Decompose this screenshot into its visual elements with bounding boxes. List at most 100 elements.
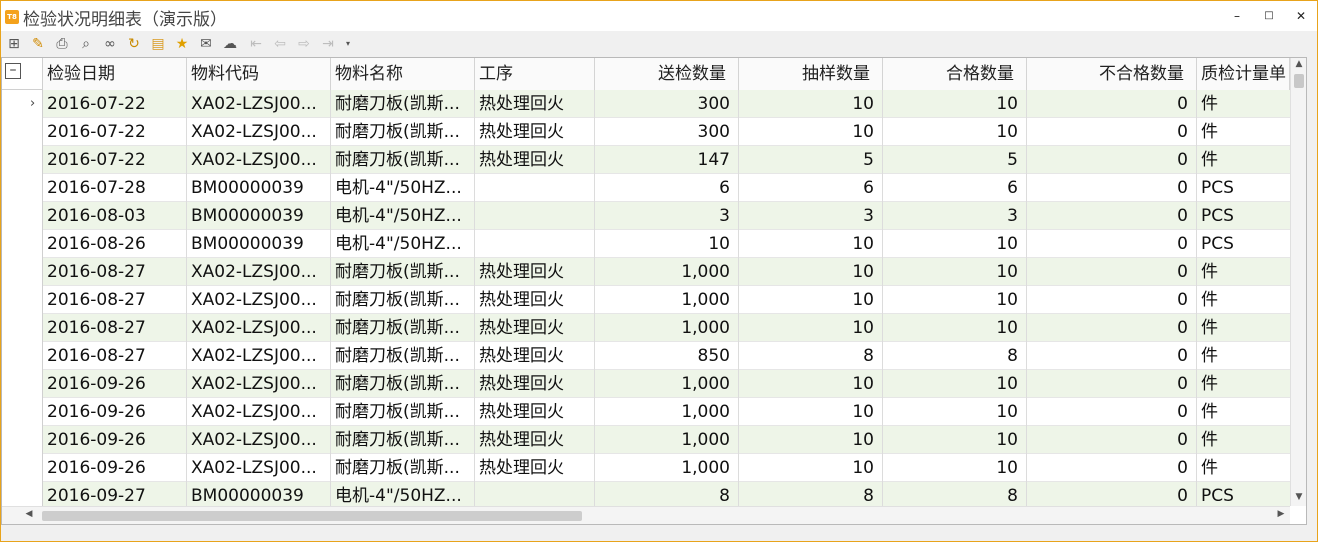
- cell-process[interactable]: 热处理回火: [475, 398, 595, 426]
- binoculars-icon[interactable]: ∞: [101, 35, 119, 53]
- cell-material-code[interactable]: XA02-LZSJ00...: [187, 118, 331, 146]
- cell-qualified-qty[interactable]: 10: [883, 90, 1027, 118]
- cell-sample-qty[interactable]: 10: [739, 230, 883, 258]
- cell-qualified-qty[interactable]: 10: [883, 454, 1027, 482]
- table-row[interactable]: 2016-08-27 XA02-LZSJ00... 耐磨刀板(凯斯... 热处理回火 1…: [2, 314, 1290, 342]
- cell-qualified-qty[interactable]: 3: [883, 202, 1027, 230]
- table-row[interactable]: 2016-08-03 BM00000039 电机-4"/50HZ... 3 3 3 0 PCS: [2, 202, 1290, 230]
- cell-qualified-qty[interactable]: 10: [883, 258, 1027, 286]
- cell-material-name[interactable]: 耐磨刀板(凯斯...: [331, 286, 475, 314]
- cell-unit[interactable]: 件: [1197, 314, 1290, 342]
- horizontal-scroll-thumb[interactable]: [42, 511, 582, 521]
- row-indicator[interactable]: [2, 230, 43, 258]
- cell-unit[interactable]: PCS: [1197, 202, 1290, 230]
- table-row[interactable]: 2016-09-26 XA02-LZSJ00... 耐磨刀板(凯斯... 热处理回火 1…: [2, 398, 1290, 426]
- table-row[interactable]: › 2016-07-22 XA02-LZSJ00... 耐磨刀板(凯斯... 热处理回火…: [2, 90, 1290, 118]
- cell-qualified-qty[interactable]: 8: [883, 342, 1027, 370]
- cell-process[interactable]: 热处理回火: [475, 118, 595, 146]
- cell-unit[interactable]: 件: [1197, 286, 1290, 314]
- cell-inspection-date[interactable]: 2016-08-27: [43, 258, 187, 286]
- cell-material-code[interactable]: XA02-LZSJ00...: [187, 398, 331, 426]
- cell-inspection-date[interactable]: 2016-08-27: [43, 314, 187, 342]
- cell-sample-qty[interactable]: 6: [739, 174, 883, 202]
- column-header-inspection-date[interactable]: 检验日期: [43, 58, 187, 90]
- cell-process[interactable]: [475, 202, 595, 230]
- cell-submitted-qty[interactable]: 1,000: [595, 426, 739, 454]
- cell-unqualified-qty[interactable]: 0: [1027, 426, 1197, 454]
- print-preview-icon[interactable]: ✎: [29, 35, 47, 53]
- collapse-all-button[interactable]: –: [5, 63, 21, 79]
- column-header-material-name[interactable]: 物料名称: [331, 58, 475, 90]
- cell-inspection-date[interactable]: 2016-08-03: [43, 202, 187, 230]
- cell-sample-qty[interactable]: 10: [739, 258, 883, 286]
- row-indicator[interactable]: [2, 174, 43, 202]
- cell-process[interactable]: 热处理回火: [475, 146, 595, 174]
- cell-unit[interactable]: 件: [1197, 426, 1290, 454]
- cell-submitted-qty[interactable]: 10: [595, 230, 739, 258]
- cell-material-code[interactable]: XA02-LZSJ00...: [187, 286, 331, 314]
- table-row[interactable]: 2016-09-26 XA02-LZSJ00... 耐磨刀板(凯斯... 热处理回火 1…: [2, 454, 1290, 482]
- cell-qualified-qty[interactable]: 10: [883, 370, 1027, 398]
- cell-process[interactable]: 热处理回火: [475, 454, 595, 482]
- cell-inspection-date[interactable]: 2016-07-22: [43, 90, 187, 118]
- cell-submitted-qty[interactable]: 3: [595, 202, 739, 230]
- cell-qualified-qty[interactable]: 5: [883, 146, 1027, 174]
- last-page-icon[interactable]: ⇥: [319, 35, 337, 53]
- row-indicator[interactable]: [2, 286, 43, 314]
- cell-unqualified-qty[interactable]: 0: [1027, 258, 1197, 286]
- row-indicator[interactable]: [2, 370, 43, 398]
- cell-sample-qty[interactable]: 10: [739, 454, 883, 482]
- cell-submitted-qty[interactable]: 300: [595, 118, 739, 146]
- cell-qualified-qty[interactable]: 10: [883, 118, 1027, 146]
- cell-material-code[interactable]: XA02-LZSJ00...: [187, 370, 331, 398]
- cell-submitted-qty[interactable]: 1,000: [595, 454, 739, 482]
- cell-material-name[interactable]: 耐磨刀板(凯斯...: [331, 342, 475, 370]
- maximize-button[interactable]: □: [1259, 6, 1279, 26]
- cell-unqualified-qty[interactable]: 0: [1027, 118, 1197, 146]
- cell-material-code[interactable]: XA02-LZSJ00...: [187, 314, 331, 342]
- cell-unqualified-qty[interactable]: 0: [1027, 342, 1197, 370]
- next-page-icon[interactable]: ⇨: [295, 35, 313, 53]
- minimize-button[interactable]: –: [1227, 6, 1247, 26]
- search-icon[interactable]: ⌕: [77, 35, 95, 53]
- table-row[interactable]: 2016-07-22 XA02-LZSJ00... 耐磨刀板(凯斯... 热处理回火 3…: [2, 118, 1290, 146]
- cell-process[interactable]: 热处理回火: [475, 314, 595, 342]
- cell-material-code[interactable]: BM00000039: [187, 202, 331, 230]
- cell-material-name[interactable]: 耐磨刀板(凯斯...: [331, 426, 475, 454]
- table-row[interactable]: 2016-08-27 XA02-LZSJ00... 耐磨刀板(凯斯... 热处理回火 1…: [2, 258, 1290, 286]
- scroll-up-icon[interactable]: ▲: [1291, 59, 1306, 69]
- cell-submitted-qty[interactable]: 6: [595, 174, 739, 202]
- column-header-qualified-qty[interactable]: 合格数量: [883, 58, 1027, 90]
- cell-unqualified-qty[interactable]: 0: [1027, 398, 1197, 426]
- cell-inspection-date[interactable]: 2016-08-27: [43, 286, 187, 314]
- close-button[interactable]: ✕: [1291, 6, 1311, 26]
- scroll-left-icon[interactable]: ◀: [24, 509, 34, 519]
- column-header-material-code[interactable]: 物料代码: [187, 58, 331, 90]
- print-icon[interactable]: ⎙: [53, 35, 71, 53]
- cell-unqualified-qty[interactable]: 0: [1027, 174, 1197, 202]
- cell-submitted-qty[interactable]: 147: [595, 146, 739, 174]
- table-row[interactable]: 2016-08-26 BM00000039 电机-4"/50HZ... 10 10 10 0…: [2, 230, 1290, 258]
- table-row[interactable]: 2016-08-27 XA02-LZSJ00... 耐磨刀板(凯斯... 热处理回火 8…: [2, 342, 1290, 370]
- cell-material-code[interactable]: XA02-LZSJ00...: [187, 146, 331, 174]
- row-indicator[interactable]: [2, 146, 43, 174]
- cell-inspection-date[interactable]: 2016-09-26: [43, 426, 187, 454]
- cell-inspection-date[interactable]: 2016-09-26: [43, 370, 187, 398]
- cell-material-name[interactable]: 耐磨刀板(凯斯...: [331, 258, 475, 286]
- horizontal-scrollbar[interactable]: ◀ ▶: [2, 506, 1290, 524]
- cell-material-code[interactable]: XA02-LZSJ00...: [187, 90, 331, 118]
- cell-qualified-qty[interactable]: 10: [883, 286, 1027, 314]
- column-header-submitted-qty[interactable]: 送检数量: [595, 58, 739, 90]
- chat-icon[interactable]: ☁: [221, 35, 239, 53]
- cell-sample-qty[interactable]: 8: [739, 342, 883, 370]
- cell-submitted-qty[interactable]: 1,000: [595, 258, 739, 286]
- cell-unqualified-qty[interactable]: 0: [1027, 202, 1197, 230]
- cell-material-code[interactable]: BM00000039: [187, 230, 331, 258]
- cell-material-code[interactable]: XA02-LZSJ00...: [187, 426, 331, 454]
- table-row[interactable]: 2016-09-26 XA02-LZSJ00... 耐磨刀板(凯斯... 热处理回火 1…: [2, 370, 1290, 398]
- table-row[interactable]: 2016-07-28 BM00000039 电机-4"/50HZ... 6 6 6 0 PCS: [2, 174, 1290, 202]
- cell-material-name[interactable]: 耐磨刀板(凯斯...: [331, 90, 475, 118]
- cell-unqualified-qty[interactable]: 0: [1027, 286, 1197, 314]
- scroll-down-icon[interactable]: ▼: [1291, 492, 1306, 502]
- row-indicator[interactable]: [2, 454, 43, 482]
